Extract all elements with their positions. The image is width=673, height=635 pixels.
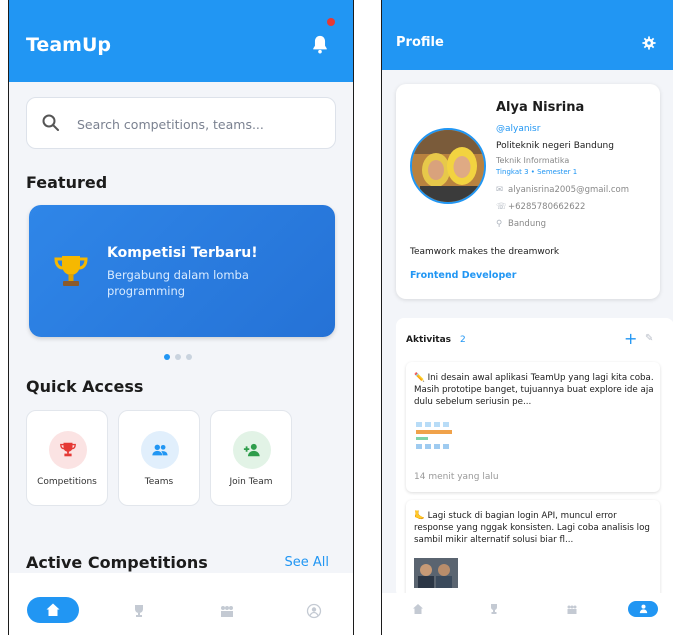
carousel-dot[interactable] <box>164 354 170 360</box>
search-input[interactable] <box>75 112 329 136</box>
quick-access-teams[interactable]: Teams <box>118 410 200 506</box>
add-icon[interactable]: + <box>624 329 637 348</box>
avatar-photo <box>412 130 484 202</box>
trophy-icon <box>54 256 88 286</box>
quick-access-icon-bg <box>141 431 179 469</box>
active-competitions-title: Active Competitions <box>26 553 208 572</box>
app-title: TeamUp <box>26 34 111 56</box>
trophy-icon[interactable] <box>488 603 500 615</box>
trophy-icon[interactable] <box>131 603 147 619</box>
profile-icon[interactable] <box>306 603 322 619</box>
carousel-dot[interactable] <box>175 354 181 360</box>
home-screen: TeamUp Featured Kompetisi Terbaru! Berga… <box>8 0 354 635</box>
activity-post[interactable]: ✏️ Ini desain awal aplikasi TeamUp yang … <box>406 362 660 492</box>
app-bar: Profile <box>382 0 673 70</box>
profile-phone-row: ☏+6285780662622 <box>496 202 585 212</box>
post-image[interactable] <box>414 558 458 588</box>
activity-title: Aktivitas <box>406 335 452 345</box>
trophy-icon <box>60 442 76 457</box>
profile-email-row: ✉ alyanisrina2005@gmail.com <box>496 185 629 195</box>
profile-screen: Profile Alya Nisrina @alyanisr Politekni… <box>381 0 673 635</box>
quick-access-icon-bg <box>49 431 87 469</box>
quick-access-competitions[interactable]: Competitions <box>26 410 108 506</box>
gear-icon[interactable] <box>642 36 656 50</box>
app-bar: TeamUp <box>9 0 353 82</box>
quick-access-join-team[interactable]: Join Team <box>210 410 292 506</box>
carousel-dot[interactable] <box>186 354 192 360</box>
banner-subtitle: Bergabung dalam lomba programming <box>107 268 249 298</box>
profile-phone: +6285780662622 <box>508 202 586 212</box>
search-bar[interactable] <box>26 97 336 149</box>
profile-handle: @alyanisr <box>496 124 541 134</box>
page-title: Profile <box>396 35 444 50</box>
nav-home[interactable] <box>27 597 79 623</box>
carousel-indicator <box>164 345 197 364</box>
profile-level: Tingkat 3 • Semester 1 <box>496 168 578 176</box>
notification-dot <box>327 18 335 26</box>
see-all-link[interactable]: See All <box>285 555 330 570</box>
post-image[interactable] <box>414 420 456 460</box>
post-text: ✏️ Ini desain awal aplikasi TeamUp yang … <box>414 373 654 407</box>
group-icon <box>152 444 168 456</box>
featured-banner[interactable]: Kompetisi Terbaru! Bergabung dalam lomba… <box>29 205 335 337</box>
home-icon[interactable] <box>412 603 424 615</box>
activity-post[interactable]: 🦶 Lagi stuck di bagian login API, muncul… <box>406 500 660 600</box>
home-icon <box>46 603 60 616</box>
profile-role: Frontend Developer <box>410 270 517 281</box>
banner-title: Kompetisi Terbaru! <box>107 245 258 261</box>
activity-section: Aktivitas 2 + ✎ ✏️ Ini desain awal aplik… <box>396 318 673 600</box>
quick-access-title: Quick Access <box>26 377 144 396</box>
quick-access-label: Competitions <box>37 477 97 487</box>
phone-icon: ☏ <box>496 202 507 212</box>
profile-email: alyanisrina2005@gmail.com <box>508 185 630 195</box>
avatar[interactable] <box>410 128 486 204</box>
profile-location: Bandung <box>508 219 546 229</box>
profile-name: Alya Nisrina <box>496 100 585 115</box>
bottom-navigation <box>382 593 673 635</box>
edit-icon[interactable]: ✎ <box>645 333 653 344</box>
bell-icon[interactable] <box>311 34 329 54</box>
quick-access-icon-bg <box>233 431 271 469</box>
post-text: 🦶 Lagi stuck di bagian login API, muncul… <box>414 511 650 545</box>
quick-access-label: Join Team <box>229 477 273 487</box>
group-icon[interactable] <box>566 603 578 615</box>
profile-bio: Teamwork makes the dreamwork <box>410 247 560 257</box>
profile-school: Politeknik negeri Bandung <box>496 141 614 151</box>
search-icon <box>42 114 59 131</box>
nav-profile[interactable] <box>628 601 658 617</box>
person-add-icon <box>243 443 260 457</box>
profile-card: Alya Nisrina @alyanisr Politeknik negeri… <box>396 84 660 299</box>
activity-count: 2 <box>460 335 466 345</box>
location-icon: ⚲ <box>496 219 503 229</box>
featured-title: Featured <box>26 173 108 192</box>
profile-major: Teknik Informatika <box>496 156 570 165</box>
profile-icon <box>639 604 648 614</box>
group-icon[interactable] <box>219 603 235 619</box>
bottom-navigation <box>9 573 353 635</box>
mail-icon: ✉ <box>496 185 504 195</box>
quick-access-label: Teams <box>144 477 174 487</box>
profile-location-row: ⚲ Bandung <box>496 219 546 229</box>
post-time: 14 menit yang lalu <box>414 472 499 482</box>
